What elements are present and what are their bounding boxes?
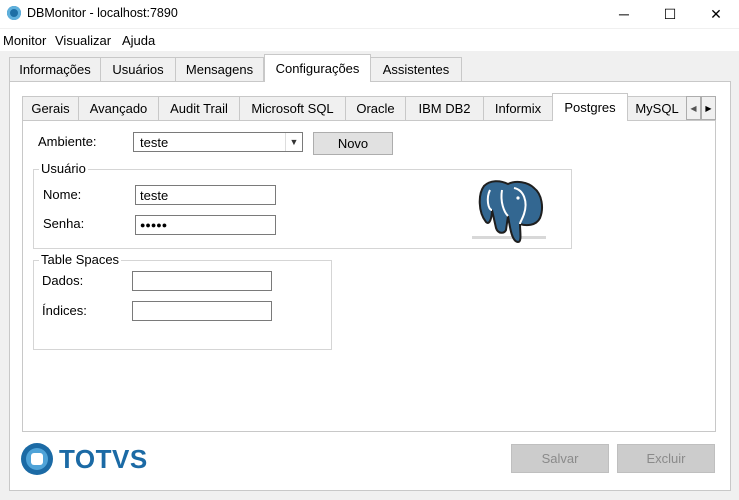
tab-usuarios[interactable]: Usuários	[100, 57, 176, 81]
salvar-button[interactable]: Salvar	[511, 444, 609, 473]
tab-avancado[interactable]: Avançado	[78, 96, 159, 120]
senha-label: Senha:	[43, 216, 85, 231]
ambiente-select[interactable]: teste ▼	[133, 132, 303, 152]
tab-audit-trail[interactable]: Audit Trail	[158, 96, 240, 120]
tab-scroll-right-icon[interactable]: ▶	[701, 96, 716, 120]
window-title: DBMonitor - localhost:7890	[27, 6, 178, 20]
maximize-button[interactable]: ☐	[647, 0, 693, 28]
tab-configuracoes[interactable]: Configurações	[264, 54, 371, 82]
dados-input[interactable]	[132, 271, 272, 291]
menu-visualizar[interactable]: Visualizar	[55, 33, 111, 48]
nome-label: Nome:	[43, 187, 82, 202]
totvs-brand: TOTVS	[59, 444, 148, 474]
excluir-button[interactable]: Excluir	[617, 444, 715, 473]
novo-button[interactable]: Novo	[313, 132, 393, 155]
minimize-button[interactable]: ─	[601, 0, 647, 28]
tab-gerais[interactable]: Gerais	[22, 96, 79, 120]
nome-input[interactable]: teste	[135, 185, 276, 205]
ambiente-label: Ambiente:	[38, 134, 97, 149]
tab-microsoft-sql[interactable]: Microsoft SQL	[239, 96, 346, 120]
tab-mensagens[interactable]: Mensagens	[175, 57, 264, 81]
dados-label: Dados:	[42, 273, 84, 288]
indices-label: Índices:	[42, 303, 87, 318]
indices-input[interactable]	[132, 301, 272, 321]
postgres-logo-icon	[470, 176, 548, 244]
tab-postgres[interactable]: Postgres	[552, 93, 628, 121]
chevron-down-icon: ▼	[285, 133, 302, 151]
menu-ajuda[interactable]: Ajuda	[122, 33, 155, 48]
tab-oracle[interactable]: Oracle	[345, 96, 406, 120]
app-icon	[7, 6, 21, 20]
tab-mysql[interactable]: MySQL	[627, 96, 687, 120]
tab-informix[interactable]: Informix	[483, 96, 553, 120]
usuario-group-title: Usuário	[39, 161, 88, 176]
close-button[interactable]: ✕	[693, 0, 739, 28]
tab-informacoes[interactable]: Informações	[9, 57, 101, 81]
totvs-logo-icon	[20, 442, 54, 476]
tab-assistentes[interactable]: Assistentes	[370, 57, 462, 81]
tab-scroll-left-icon[interactable]: ◀	[686, 96, 701, 120]
senha-input[interactable]: ●●●●●	[135, 215, 276, 235]
tablespaces-group-title: Table Spaces	[39, 252, 122, 267]
menu-monitor[interactable]: Monitor	[3, 33, 46, 48]
ambiente-value: teste	[140, 135, 169, 150]
tab-ibm-db2[interactable]: IBM DB2	[405, 96, 484, 120]
